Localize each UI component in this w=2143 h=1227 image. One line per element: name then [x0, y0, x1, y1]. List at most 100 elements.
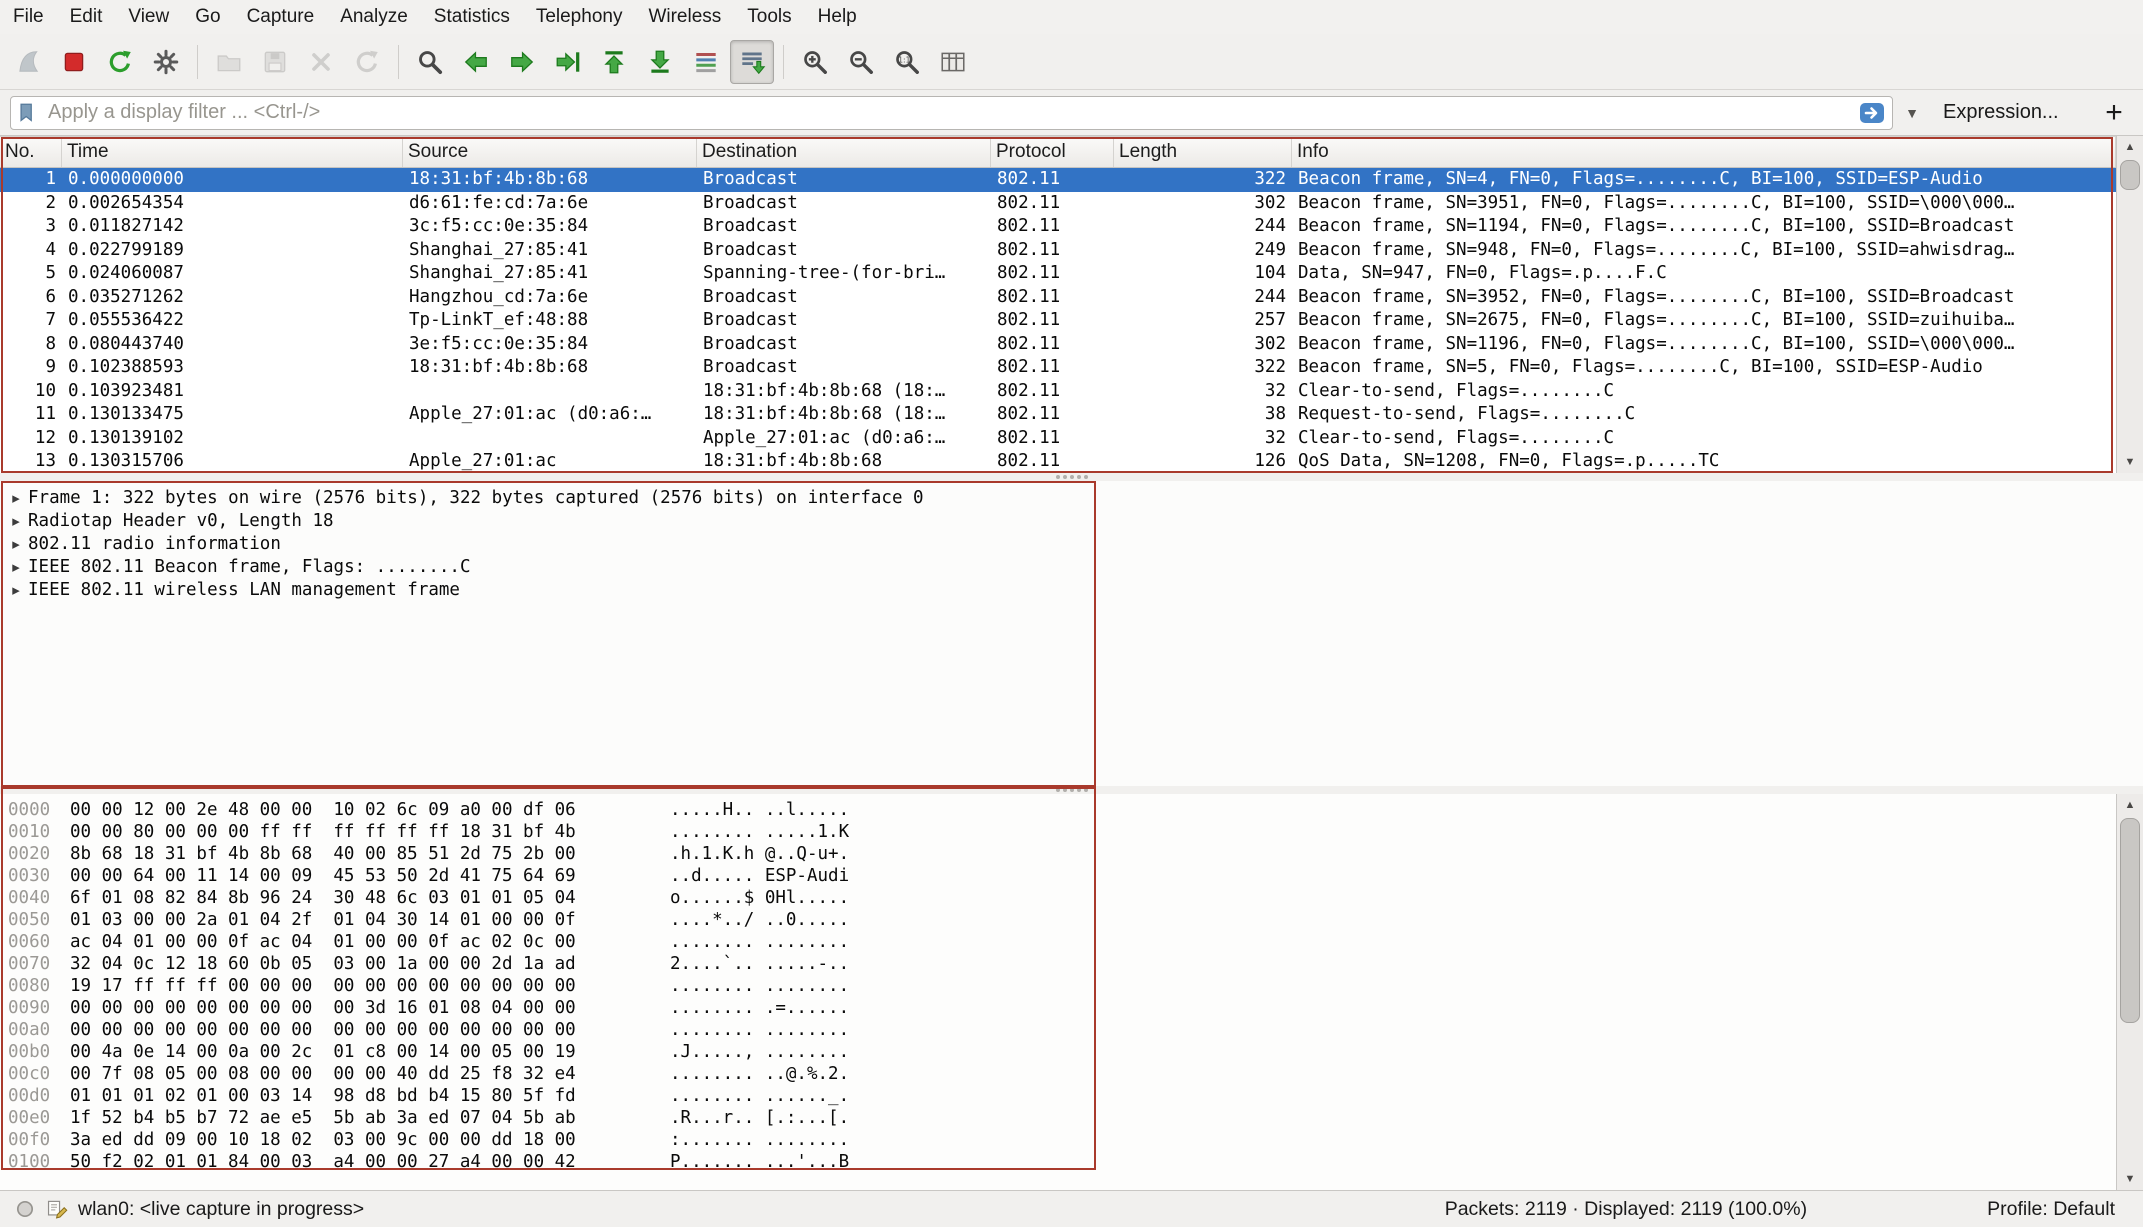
- packet-list-scrollbar[interactable]: ▲ ▼: [2116, 136, 2143, 473]
- save-capture-button[interactable]: [253, 40, 297, 84]
- menu-item-wireless[interactable]: Wireless: [635, 0, 734, 34]
- detail-line[interactable]: ▸IEEE 802.11 wireless LAN management fra…: [4, 579, 2143, 602]
- resize-columns-button[interactable]: [931, 40, 975, 84]
- hex-line[interactable]: 00d001 01 01 02 01 00 03 14 98 d8 bd b4 …: [0, 1085, 2116, 1107]
- hex-ascii[interactable]: .R...r.. [.:...[.: [670, 1107, 849, 1129]
- expander-icon[interactable]: ▸: [4, 579, 28, 602]
- add-filter-button[interactable]: +: [2095, 96, 2133, 130]
- scroll-up-icon[interactable]: ▲: [2117, 794, 2143, 816]
- menu-item-tools[interactable]: Tools: [734, 0, 804, 34]
- hex-ascii[interactable]: ........ ........: [670, 1019, 849, 1041]
- zoom-in-button[interactable]: [793, 40, 837, 84]
- expression-button[interactable]: Expression...: [1943, 101, 2059, 124]
- hex-bytes[interactable]: 00 00 64 00 11 14 00 09 45 53 50 2d 41 7…: [70, 865, 670, 887]
- packet-row-2[interactable]: 20.002654354d6:61:fe:cd:7a:6eBroadcast80…: [0, 192, 2116, 216]
- hex-line[interactable]: 00208b 68 18 31 bf 4b 8b 68 40 00 85 51 …: [0, 843, 2116, 865]
- hex-ascii[interactable]: .....H.. ..l.....: [670, 799, 849, 821]
- zoom-original-button[interactable]: 1:1: [885, 40, 929, 84]
- packet-row-5[interactable]: 50.024060087Shanghai_27:85:41Spanning-tr…: [0, 262, 2116, 286]
- column-header-protocol[interactable]: Protocol: [991, 137, 1114, 167]
- hex-bytes[interactable]: 01 03 00 00 2a 01 04 2f 01 04 30 14 01 0…: [70, 909, 670, 931]
- hex-ascii[interactable]: .h.1.K.h @..Q-u+.: [670, 843, 849, 865]
- hex-ascii[interactable]: ..d..... ESP-Audi: [670, 865, 849, 887]
- display-filter-field[interactable]: [10, 96, 1893, 130]
- menu-item-capture[interactable]: Capture: [234, 0, 328, 34]
- menu-item-go[interactable]: Go: [182, 0, 233, 34]
- packet-row-6[interactable]: 60.035271262Hangzhou_cd:7a:6eBroadcast80…: [0, 286, 2116, 310]
- hex-line[interactable]: 00a000 00 00 00 00 00 00 00 00 00 00 00 …: [0, 1019, 2116, 1041]
- hex-line[interactable]: 007032 04 0c 12 18 60 0b 05 03 00 1a 00 …: [0, 953, 2116, 975]
- expander-icon[interactable]: ▸: [4, 556, 28, 579]
- hex-ascii[interactable]: :....... ........: [670, 1129, 849, 1151]
- hex-bytes[interactable]: 00 00 80 00 00 00 ff ff ff ff ff ff 18 3…: [70, 821, 670, 843]
- menu-item-file[interactable]: File: [0, 0, 57, 34]
- close-capture-button[interactable]: [299, 40, 343, 84]
- scroll-down-icon[interactable]: ▼: [2117, 451, 2143, 473]
- capture-comment-icon[interactable]: [46, 1198, 68, 1220]
- hex-line[interactable]: 000000 00 12 00 2e 48 00 00 10 02 6c 09 …: [0, 799, 2116, 821]
- start-capture-button[interactable]: [6, 40, 50, 84]
- hex-line[interactable]: 00f03a ed dd 09 00 10 18 02 03 00 9c 00 …: [0, 1129, 2116, 1151]
- pane-splitter-bottom[interactable]: [0, 786, 2143, 794]
- filter-apply-icon[interactable]: [1857, 100, 1887, 126]
- filter-bookmark-icon[interactable]: [16, 101, 40, 125]
- detail-line[interactable]: ▸IEEE 802.11 Beacon frame, Flags: ......…: [4, 556, 2143, 579]
- packet-row-10[interactable]: 100.10392348118:31:bf:4b:8b:68 (18:…802.…: [0, 380, 2116, 404]
- hex-ascii[interactable]: P....... ...'...B: [670, 1151, 849, 1173]
- menu-item-edit[interactable]: Edit: [57, 0, 116, 34]
- pane-splitter-top[interactable]: [0, 473, 2143, 481]
- hex-bytes[interactable]: 00 00 12 00 2e 48 00 00 10 02 6c 09 a0 0…: [70, 799, 670, 821]
- menu-item-view[interactable]: View: [115, 0, 182, 34]
- hex-ascii[interactable]: ........ ........: [670, 931, 849, 953]
- open-capture-button[interactable]: [207, 40, 251, 84]
- hex-bytes[interactable]: ac 04 01 00 00 0f ac 04 01 00 00 0f ac 0…: [70, 931, 670, 953]
- go-first-packet-button[interactable]: [592, 40, 636, 84]
- hex-line[interactable]: 00e01f 52 b4 b5 b7 72 ae e5 5b ab 3a ed …: [0, 1107, 2116, 1129]
- go-last-packet-button[interactable]: [638, 40, 682, 84]
- auto-scroll-button[interactable]: [730, 40, 774, 84]
- detail-line[interactable]: ▸802.11 radio information: [4, 533, 2143, 556]
- hex-line[interactable]: 010050 f2 02 01 01 84 00 03 a4 00 00 27 …: [0, 1151, 2116, 1173]
- profile-label[interactable]: Profile: Default: [1987, 1198, 2115, 1221]
- packet-row-13[interactable]: 130.130315706Apple_27:01:ac18:31:bf:4b:8…: [0, 450, 2116, 473]
- packet-row-7[interactable]: 70.055536422Tp-LinkT_ef:48:88Broadcast80…: [0, 309, 2116, 333]
- filter-dropdown-chevron-icon[interactable]: ▼: [1901, 105, 1923, 121]
- go-to-packet-button[interactable]: [546, 40, 590, 84]
- hex-line[interactable]: 003000 00 64 00 11 14 00 09 45 53 50 2d …: [0, 865, 2116, 887]
- go-back-button[interactable]: [454, 40, 498, 84]
- packet-scrollbar-track[interactable]: [2117, 158, 2143, 451]
- bytes-scrollbar-thumb[interactable]: [2120, 818, 2140, 1023]
- hex-bytes[interactable]: 8b 68 18 31 bf 4b 8b 68 40 00 85 51 2d 7…: [70, 843, 670, 865]
- menu-item-telephony[interactable]: Telephony: [523, 0, 636, 34]
- stop-capture-button[interactable]: [52, 40, 96, 84]
- hex-line[interactable]: 00b000 4a 0e 14 00 0a 00 2c 01 c8 00 14 …: [0, 1041, 2116, 1063]
- capture-options-button[interactable]: [144, 40, 188, 84]
- find-packet-button[interactable]: [408, 40, 452, 84]
- hex-ascii[interactable]: 2....`.. .....-..: [670, 953, 849, 975]
- hex-ascii[interactable]: ........ .....1.K: [670, 821, 849, 843]
- hex-ascii[interactable]: ........ ..@.%.2.: [670, 1063, 849, 1085]
- hex-line[interactable]: 008019 17 ff ff ff 00 00 00 00 00 00 00 …: [0, 975, 2116, 997]
- menu-item-analyze[interactable]: Analyze: [327, 0, 421, 34]
- packet-scrollbar-thumb[interactable]: [2120, 160, 2140, 190]
- restart-capture-button[interactable]: [98, 40, 142, 84]
- hex-ascii[interactable]: ....*../ ..0.....: [670, 909, 849, 931]
- column-header-no[interactable]: No.: [0, 137, 62, 167]
- column-header-time[interactable]: Time: [62, 137, 403, 167]
- hex-bytes[interactable]: 32 04 0c 12 18 60 0b 05 03 00 1a 00 00 2…: [70, 953, 670, 975]
- scroll-down-icon[interactable]: ▼: [2117, 1168, 2143, 1190]
- packet-row-9[interactable]: 90.10238859318:31:bf:4b:8b:68Broadcast80…: [0, 356, 2116, 380]
- hex-bytes[interactable]: 1f 52 b4 b5 b7 72 ae e5 5b ab 3a ed 07 0…: [70, 1107, 670, 1129]
- packet-row-8[interactable]: 80.0804437403e:f5:cc:0e:35:84Broadcast80…: [0, 333, 2116, 357]
- display-filter-input[interactable]: [46, 100, 1851, 125]
- hex-bytes[interactable]: 50 f2 02 01 01 84 00 03 a4 00 00 27 a4 0…: [70, 1151, 670, 1173]
- expander-icon[interactable]: ▸: [4, 510, 28, 533]
- hex-bytes[interactable]: 00 7f 08 05 00 08 00 00 00 00 40 dd 25 f…: [70, 1063, 670, 1085]
- colorize-list-button[interactable]: [684, 40, 728, 84]
- hex-ascii[interactable]: o......$ 0Hl.....: [670, 887, 849, 909]
- hex-line[interactable]: 009000 00 00 00 00 00 00 00 00 3d 16 01 …: [0, 997, 2116, 1019]
- column-header-source[interactable]: Source: [403, 137, 697, 167]
- detail-line[interactable]: ▸Frame 1: 322 bytes on wire (2576 bits),…: [4, 487, 2143, 510]
- hex-ascii[interactable]: ........ ......_.: [670, 1085, 849, 1107]
- menu-item-help[interactable]: Help: [805, 0, 870, 34]
